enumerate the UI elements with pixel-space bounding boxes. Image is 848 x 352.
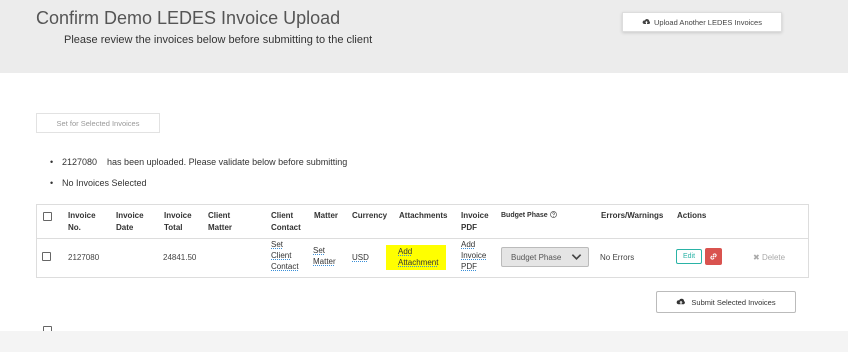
header-budget-phase-label: Budget Phase bbox=[501, 212, 548, 219]
uploaded-invoice-number: 2127080 bbox=[62, 157, 98, 167]
cloud-upload-icon bbox=[642, 19, 651, 24]
row-invoice-total: 24841.50 bbox=[163, 253, 197, 262]
add-invoice-pdf-line2: Invoice bbox=[461, 251, 487, 260]
edit-button[interactable]: Edit bbox=[676, 249, 702, 264]
submit-selected-button[interactable]: Submit Selected Invoices bbox=[656, 291, 796, 313]
page-header: Confirm Demo LEDES Invoice Upload Please… bbox=[0, 0, 848, 73]
link-icon bbox=[710, 253, 717, 260]
row-select-checkbox[interactable] bbox=[42, 252, 51, 261]
page-title: Confirm Demo LEDES Invoice Upload bbox=[36, 8, 341, 28]
set-matter-line1: Set bbox=[313, 246, 326, 255]
budget-phase-value: Budget Phase bbox=[511, 252, 562, 262]
page-subtitle: Please review the invoices below before … bbox=[64, 34, 373, 46]
selection-message: No Invoices Selected bbox=[50, 178, 347, 188]
header-invoice-date: Invoice Date bbox=[116, 210, 144, 234]
upload-another-label: Upload Another LEDES Invoices bbox=[654, 17, 762, 27]
header-invoice-pdf: Invoice PDF bbox=[461, 210, 489, 234]
header-actions: Actions bbox=[677, 211, 707, 220]
status-messages: 2127080 has been uploaded. Please validat… bbox=[50, 157, 347, 199]
set-client-contact-line1: Set bbox=[271, 240, 284, 249]
header-invoice-date-line1: Invoice bbox=[116, 211, 144, 220]
add-attachment-line1: Add bbox=[398, 247, 413, 256]
set-selected-button[interactable]: Set for Selected Invoices bbox=[36, 113, 160, 133]
header-currency: Currency bbox=[352, 211, 388, 220]
set-matter-line2: Matter bbox=[313, 257, 336, 266]
add-invoice-pdf-line3: PDF bbox=[461, 262, 477, 271]
header-invoice-total-line1: Invoice bbox=[164, 211, 192, 220]
set-matter-link[interactable]: Set Matter bbox=[313, 245, 336, 267]
header-errors-warnings: Errors/Warnings bbox=[601, 211, 664, 220]
header-invoice-pdf-line1: Invoice bbox=[461, 211, 489, 220]
uploaded-text: has been uploaded. Please validate below… bbox=[107, 157, 348, 167]
set-client-contact-link[interactable]: Set Client Contact bbox=[271, 239, 299, 272]
header-client-matter-line1: Client bbox=[208, 211, 231, 220]
header-client-matter-line2: Matter bbox=[208, 223, 233, 232]
set-client-contact-line3: Contact bbox=[271, 262, 299, 271]
header-invoice-pdf-line2: PDF bbox=[461, 223, 477, 232]
add-invoice-pdf-line1: Add bbox=[461, 240, 476, 249]
cloud-upload-icon bbox=[677, 298, 686, 305]
add-attachment-line2: Attachment bbox=[398, 258, 439, 267]
row-invoice-no: 2127080 bbox=[68, 253, 100, 262]
row-errors: No Errors bbox=[600, 253, 635, 262]
delete-action[interactable]: ✖ Delete bbox=[753, 253, 785, 262]
set-client-contact-line2: Client bbox=[271, 251, 292, 260]
main-content: Set for Selected Invoices 2127080 has bee… bbox=[0, 73, 848, 335]
header-matter: Matter bbox=[314, 211, 339, 220]
header-client-matter: Client Matter bbox=[208, 210, 232, 234]
budget-phase-select[interactable]: Budget Phase bbox=[501, 247, 589, 267]
header-invoice-no-line1: Invoice bbox=[68, 211, 96, 220]
header-divider bbox=[37, 238, 808, 239]
header-client-contact: Client Contact bbox=[271, 210, 301, 234]
upload-message: 2127080 has been uploaded. Please validat… bbox=[50, 157, 347, 167]
header-client-contact-line2: Contact bbox=[271, 223, 301, 232]
header-budget-phase: Budget Phase bbox=[501, 210, 557, 222]
delete-label: Delete bbox=[761, 253, 786, 262]
header-invoice-date-line2: Date bbox=[116, 223, 134, 232]
add-attachment-link[interactable]: Add Attachment bbox=[386, 245, 446, 270]
no-selection-text: No Invoices Selected bbox=[62, 178, 147, 188]
header-invoice-total-line2: Total bbox=[164, 223, 183, 232]
header-client-contact-line1: Client bbox=[271, 211, 294, 220]
header-invoice-no: Invoice No. bbox=[68, 210, 96, 234]
submit-selected-label: Submit Selected Invoices bbox=[691, 297, 776, 307]
currency-link[interactable]: USD bbox=[352, 252, 369, 264]
header-attachments: Attachments bbox=[399, 211, 448, 220]
link-button[interactable] bbox=[705, 248, 722, 265]
add-invoice-pdf-link[interactable]: Add Invoice PDF bbox=[461, 239, 486, 272]
upload-another-button[interactable]: Upload Another LEDES Invoices bbox=[622, 12, 782, 32]
page-footer bbox=[0, 331, 848, 352]
help-circle-icon[interactable] bbox=[549, 211, 557, 218]
header-invoice-no-line2: No. bbox=[68, 223, 81, 232]
close-icon: ✖ bbox=[753, 253, 760, 262]
header-invoice-total: Invoice Total bbox=[164, 210, 192, 234]
select-all-checkbox[interactable] bbox=[43, 212, 52, 221]
chevron-down-icon bbox=[571, 254, 582, 261]
